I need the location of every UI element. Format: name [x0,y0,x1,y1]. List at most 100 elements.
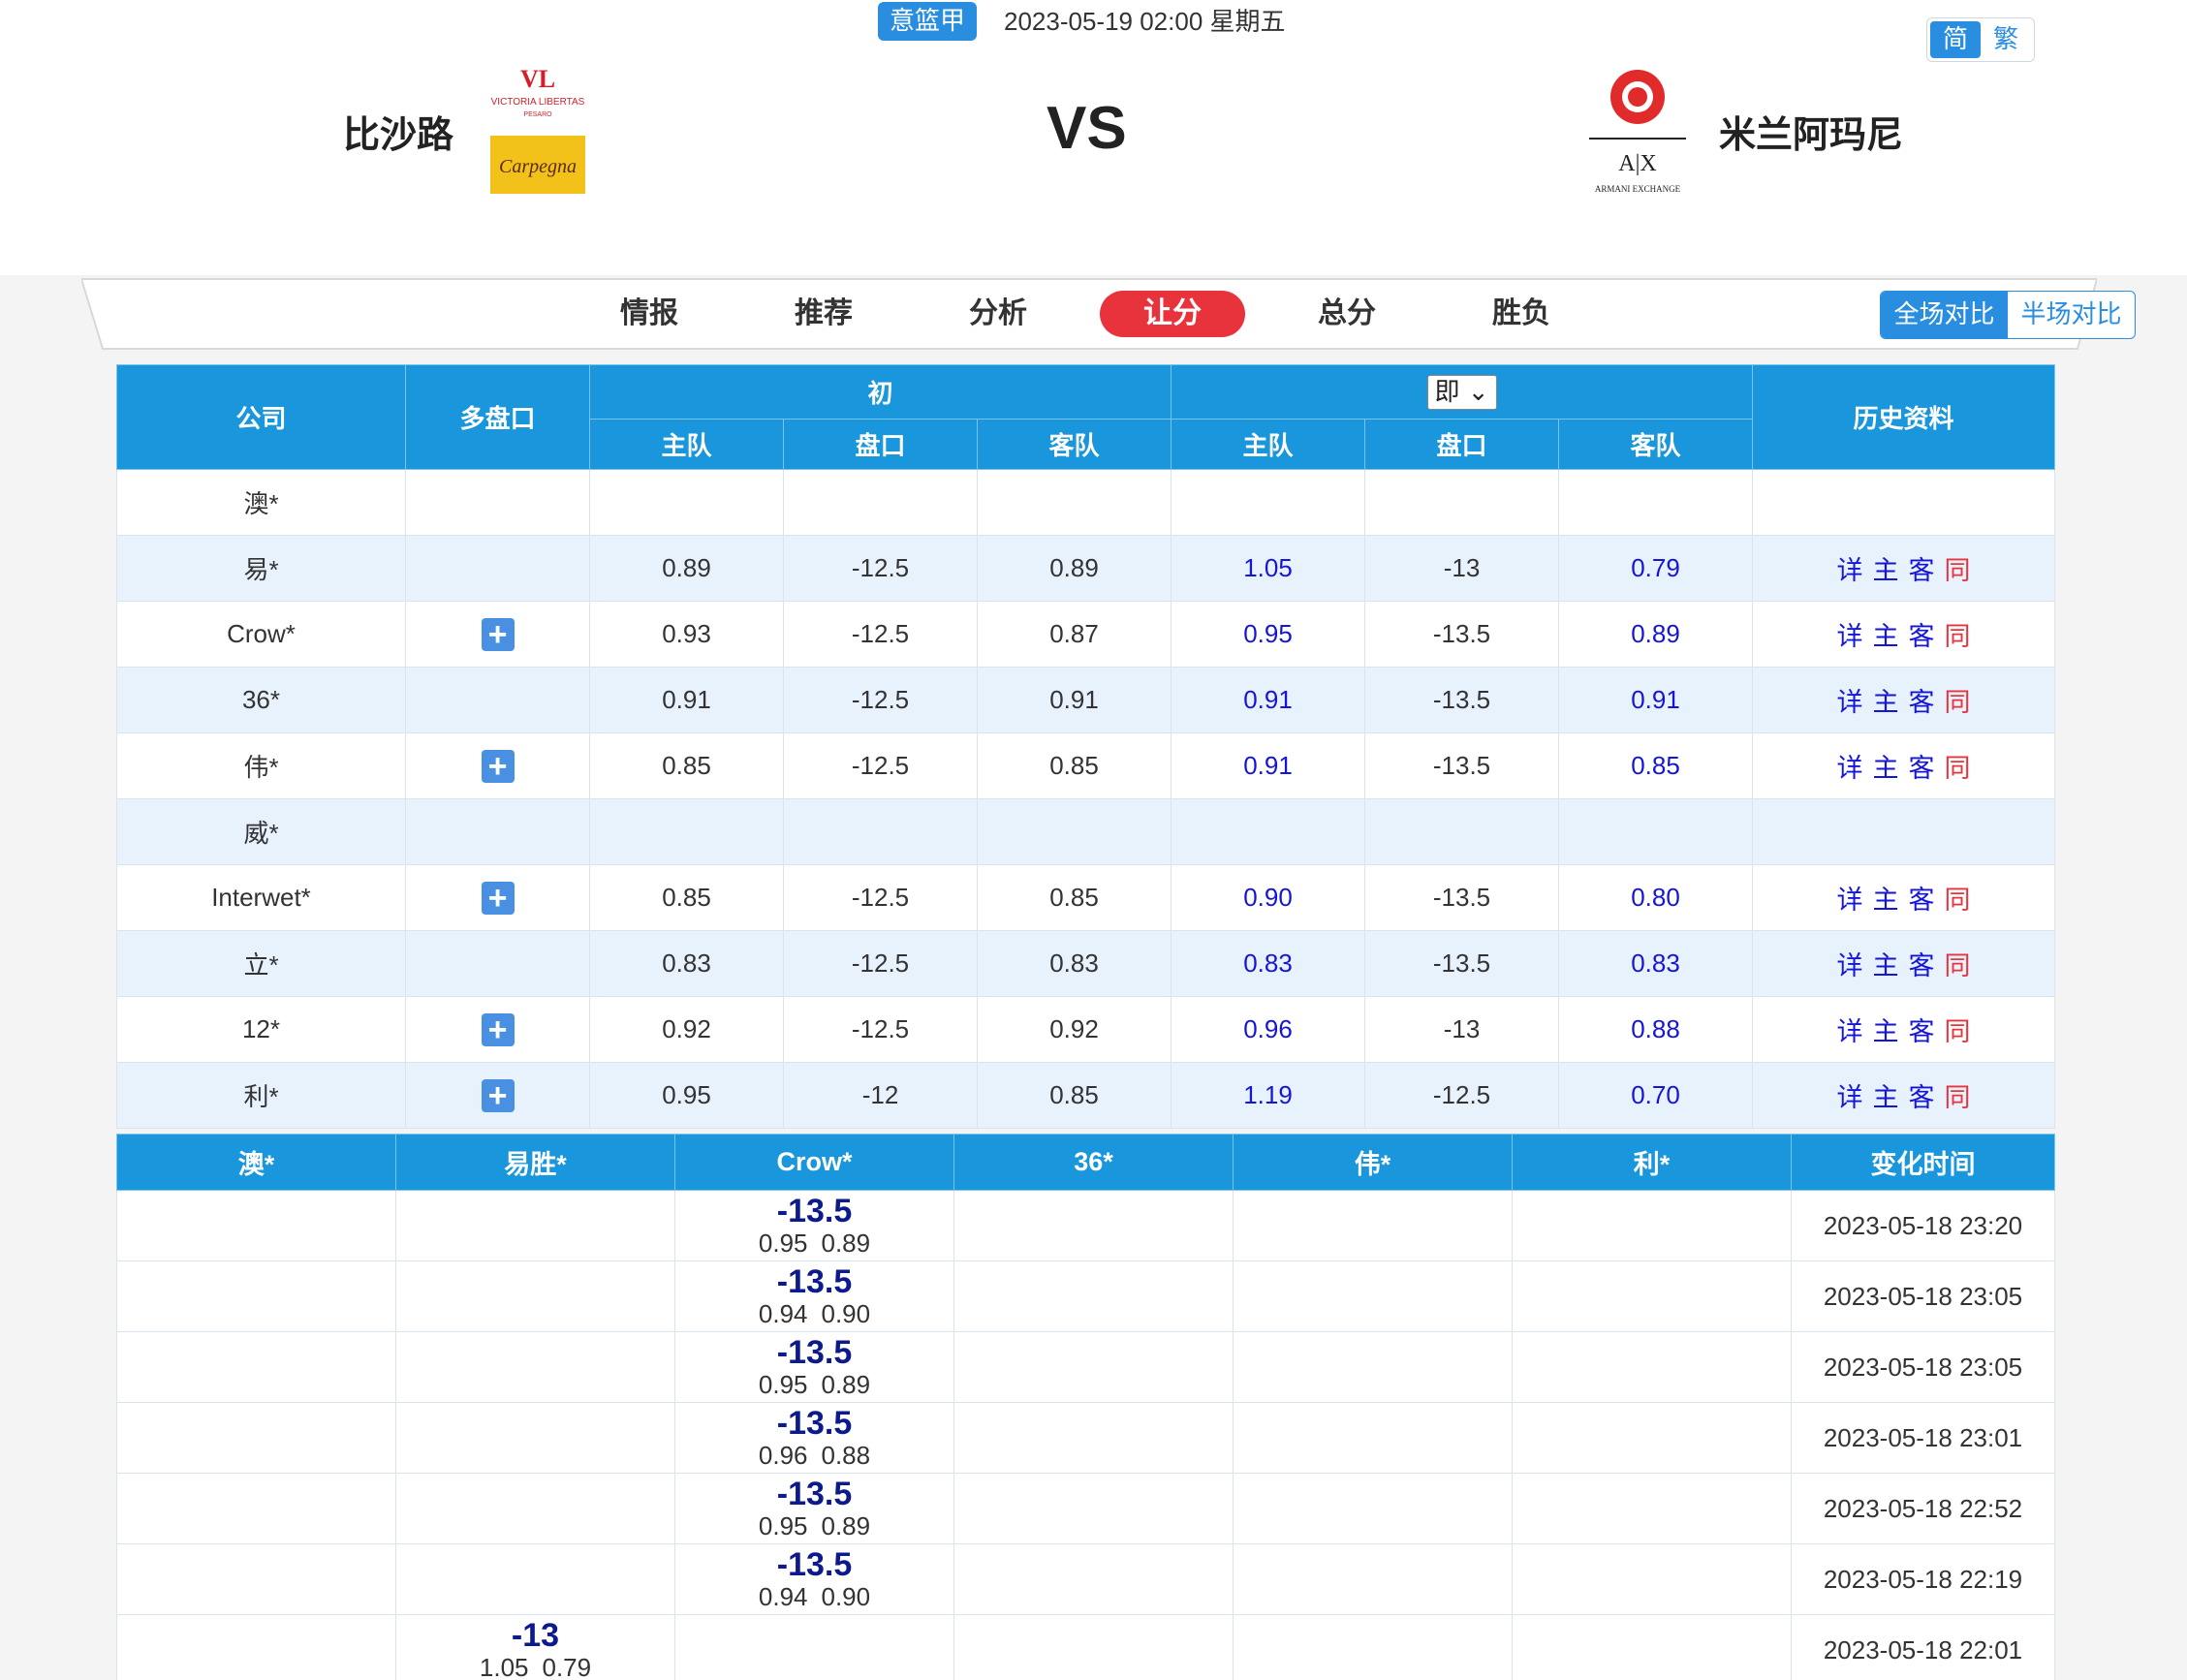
company-cell[interactable]: 易* [116,535,406,602]
odds-row: 12* +0.92 -12.5 0.92 0.96 -13 0.88 详主客同 [116,996,2056,1063]
away-link[interactable]: 客 [1909,622,1935,652]
detail-link[interactable]: 详 [1837,556,1863,586]
same-link[interactable]: 同 [1945,1083,1971,1113]
home-team-logo: VL VICTORIA LIBERTAS PESARO Carpegna [490,66,585,194]
expand-plus-icon[interactable]: + [481,1078,515,1112]
change-cell [1233,1543,1513,1615]
same-link[interactable]: 同 [1945,688,1971,718]
tab-winloss[interactable]: 胜负 [1449,291,1594,337]
change-col-header: 利* [1512,1134,1792,1191]
expand-plus-icon[interactable]: + [481,617,515,651]
history-links-cell [1752,798,2056,865]
home-link[interactable]: 主 [1873,688,1899,718]
company-cell[interactable]: 伟* [116,732,406,799]
away-link[interactable]: 客 [1909,754,1935,784]
lang-simplified-button[interactable]: 简 [1930,21,1981,58]
company-cell[interactable]: 澳* [116,469,406,536]
odds-pair: 0.95 0.89 [675,1511,953,1540]
home-odds-value: 0.94 [758,1299,808,1328]
change-cell [395,1543,675,1615]
language-toggle: 简 繁 [1926,17,2035,62]
detail-link[interactable]: 详 [1837,754,1863,784]
tab-bar: 情报 推荐 分析 让分 总分 胜负 全场对比 半场对比 [81,277,2136,351]
same-link[interactable]: 同 [1945,951,1971,981]
company-cell[interactable]: 威* [116,798,406,865]
company-cell[interactable]: 立* [116,930,406,997]
home-link[interactable]: 主 [1873,1017,1899,1047]
live-line-cell: -12.5 [1364,1062,1560,1129]
home-link[interactable]: 主 [1873,951,1899,981]
home-link[interactable]: 主 [1873,556,1899,586]
initial-line-cell: -12 [783,1062,978,1129]
odds-row: 威* [116,798,2056,865]
league-badge[interactable]: 意篮甲 [878,2,977,41]
expand-plus-icon[interactable]: + [481,1012,515,1046]
full-match-compare-button[interactable]: 全场对比 [1881,292,2008,338]
company-cell[interactable]: Interwet* [116,864,406,931]
home-link[interactable]: 主 [1873,886,1899,916]
company-cell[interactable]: 36* [116,667,406,733]
detail-link[interactable]: 详 [1837,1017,1863,1047]
change-cell [1233,1614,1513,1680]
same-link[interactable]: 同 [1945,886,1971,916]
odds-pair: 0.95 0.89 [675,1370,953,1399]
away-odds-value: 0.88 [821,1441,871,1470]
change-cell [116,1402,396,1474]
initial-away-cell: 0.83 [976,930,1172,997]
same-link[interactable]: 同 [1945,1017,1971,1047]
same-link[interactable]: 同 [1945,622,1971,652]
expand-plus-icon[interactable]: + [481,749,515,783]
change-col-header: Crow* [674,1134,954,1191]
live-odds-select[interactable]: 即 ⌄ [1426,374,1497,410]
tab-analysis[interactable]: 分析 [925,291,1071,337]
half-match-compare-button[interactable]: 半场对比 [2008,292,2135,338]
live-away-header: 客队 [1558,419,1754,470]
live-home-cell: 0.95 [1171,601,1366,668]
history-links-cell: 详主客同 [1752,1062,2056,1129]
same-link[interactable]: 同 [1945,754,1971,784]
detail-link[interactable]: 详 [1837,622,1863,652]
away-link[interactable]: 客 [1909,1017,1935,1047]
detail-link[interactable]: 详 [1837,1083,1863,1113]
detail-link[interactable]: 详 [1837,886,1863,916]
change-time-cell: 2023-05-18 23:20 [1791,1190,2055,1261]
home-link[interactable]: 主 [1873,622,1899,652]
same-link[interactable]: 同 [1945,556,1971,586]
multi-line-cell: + [405,996,590,1063]
history-links-cell: 详主客同 [1752,732,2056,799]
detail-link[interactable]: 详 [1837,951,1863,981]
tab-handicap[interactable]: 让分 [1100,291,1245,337]
home-team-name[interactable]: 比沙路 [343,109,453,161]
company-cell[interactable]: 12* [116,996,406,1063]
tab-total[interactable]: 总分 [1274,291,1420,337]
handicap-odds-table: 公司 多盘口 初 即 ⌄ 历史资料 主队 盘口 客队 主队 盘口 客队 澳* 易*… [116,364,2056,1129]
tab-intel[interactable]: 情报 [577,291,722,337]
change-cell [1512,1543,1792,1615]
change-cell [953,1543,1234,1615]
home-link[interactable]: 主 [1873,1083,1899,1113]
detail-link[interactable]: 详 [1837,688,1863,718]
history-header: 历史资料 [1752,364,2056,470]
home-link[interactable]: 主 [1873,754,1899,784]
away-link[interactable]: 客 [1909,688,1935,718]
change-cell: -13.5 0.95 0.89 [674,1190,954,1261]
handicap-line-value: -13.5 [776,1476,853,1512]
initial-away-cell: 0.85 [976,732,1172,799]
away-link[interactable]: 客 [1909,886,1935,916]
change-cell: -13 1.05 0.79 [395,1614,675,1680]
live-home-cell: 0.96 [1171,996,1366,1063]
away-link[interactable]: 客 [1909,556,1935,586]
away-link[interactable]: 客 [1909,951,1935,981]
live-home-cell: 0.91 [1171,732,1366,799]
away-odds-value: 0.89 [821,1370,871,1399]
expand-plus-icon[interactable]: + [481,881,515,915]
company-cell[interactable]: 利* [116,1062,406,1129]
tab-recommend[interactable]: 推荐 [751,291,896,337]
multi-line-cell [405,667,590,733]
away-link[interactable]: 客 [1909,1083,1935,1113]
company-cell[interactable]: Crow* [116,601,406,668]
initial-odds-header: 初 [588,364,1172,420]
live-home-cell: 0.83 [1171,930,1366,997]
lang-traditional-button[interactable]: 繁 [1981,21,2031,58]
away-team-name[interactable]: 米兰阿玛尼 [1719,109,1903,161]
